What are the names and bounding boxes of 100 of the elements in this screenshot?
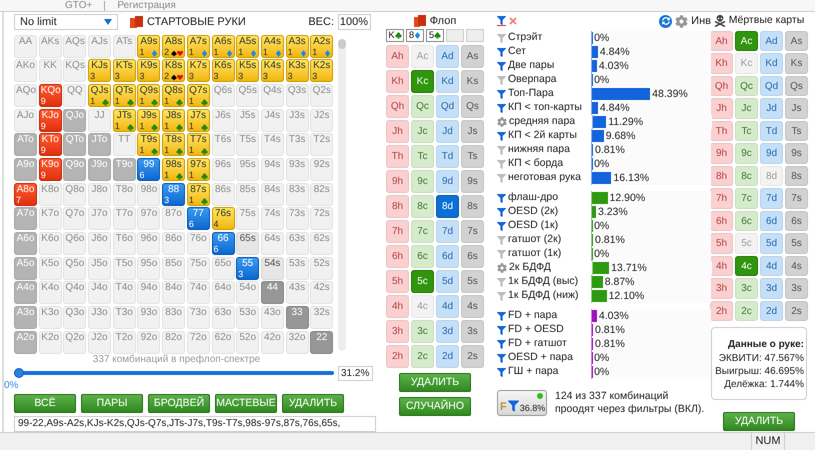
card-cell[interactable]: Qc [411, 95, 434, 118]
card-cell[interactable]: Tc [411, 145, 434, 168]
card-cell[interactable]: 2c [735, 300, 758, 322]
card-cell[interactable]: 7c [411, 220, 434, 243]
hand-cell[interactable]: 84o [162, 281, 186, 304]
hand-cell[interactable]: A5s 1 [236, 34, 260, 58]
hand-cell[interactable]: 85o [162, 256, 186, 280]
close-icon[interactable] [508, 16, 518, 26]
hand-cell[interactable]: 33 [286, 306, 309, 330]
hand-cell[interactable]: JTs 1 [112, 108, 136, 132]
hand-cell[interactable]: 88 3 [162, 182, 186, 206]
settings-icon[interactable] [675, 14, 688, 28]
card-cell[interactable]: Jc [735, 98, 758, 119]
hand-cell[interactable]: 87s 1 [186, 182, 210, 206]
hand-cell[interactable]: AA [14, 34, 37, 58]
card-cell[interactable]: Ah [386, 45, 409, 68]
hand-cell[interactable]: T3o [112, 306, 136, 330]
card-cell[interactable]: Kh [710, 53, 733, 74]
hand-cell[interactable]: 52s [310, 256, 334, 280]
hand-cell[interactable]: Q2s [310, 84, 334, 107]
hand-cell[interactable]: A6s 1 [212, 34, 234, 58]
hand-cell[interactable]: KQs [63, 59, 86, 82]
card-cell[interactable]: 2h [386, 345, 409, 368]
card-cell[interactable]: 5s [461, 270, 484, 293]
card-cell[interactable]: 8c [411, 195, 434, 218]
hand-cell[interactable]: 73s [286, 207, 309, 230]
percent-field[interactable]: 31.2% [338, 366, 373, 381]
card-cell[interactable]: 5d [760, 233, 783, 254]
hand-cell[interactable]: JTo [88, 133, 112, 156]
filter-toggle-button[interactable]: F 36.8% [497, 390, 547, 416]
hand-cell[interactable]: TT [112, 133, 136, 156]
hand-cell[interactable]: Q9s 1 [137, 84, 160, 107]
filter-icon[interactable] [497, 312, 506, 320]
hand-cell[interactable]: Q7s 1 [186, 84, 210, 107]
hand-cell[interactable]: J6s [212, 108, 234, 132]
card-cell[interactable]: 2d [760, 300, 783, 322]
card-cell[interactable]: 3h [386, 320, 409, 343]
card-cell[interactable]: Ks [461, 70, 484, 93]
card-cell[interactable]: 9h [710, 143, 733, 164]
hand-cell[interactable]: J5s [236, 108, 260, 132]
hand-cell[interactable]: T6s [212, 133, 234, 156]
hand-cell[interactable]: K4o [38, 281, 62, 304]
card-cell[interactable]: Qc [735, 76, 758, 96]
hand-cell[interactable]: 92o [137, 330, 160, 354]
hand-cell[interactable]: Q3s [286, 84, 309, 107]
hand-cell[interactable]: Q2o [63, 330, 86, 354]
hand-cell[interactable]: Q5o [63, 256, 86, 280]
card-cell[interactable]: Qs [785, 76, 808, 96]
card-cell[interactable]: Jc [411, 120, 434, 143]
card-cell[interactable]: 6h [710, 210, 733, 232]
card-cell[interactable]: Qd [760, 76, 783, 96]
hand-cell[interactable]: ATo [14, 133, 37, 156]
board-card-slot[interactable]: 5 [426, 29, 444, 42]
card-cell[interactable]: 6h [386, 245, 409, 268]
hand-cell[interactable]: T2o [112, 330, 136, 354]
hand-cell[interactable]: QJs 1 [88, 84, 112, 107]
hand-cell[interactable]: K6o [38, 232, 62, 255]
hand-cell[interactable]: Q8s 1 [162, 84, 186, 107]
action-button[interactable]: УДАЛИТЬ [282, 394, 344, 413]
hand-cell[interactable]: Q5s [236, 84, 260, 107]
hand-cell[interactable]: J9o [88, 158, 112, 181]
filter-icon[interactable] [497, 222, 506, 230]
hand-cell[interactable]: Q6o [63, 232, 86, 255]
card-cell[interactable]: 9s [461, 170, 484, 193]
hand-cell[interactable]: 43o [260, 306, 284, 330]
action-button[interactable]: ПАРЫ [81, 394, 143, 413]
hand-cell[interactable]: ATs [112, 34, 136, 58]
top-tab[interactable]: GTO+ [65, 0, 92, 11]
hand-cell[interactable]: 94s [260, 158, 284, 181]
weight-field[interactable]: 100% [338, 14, 371, 30]
hand-cell[interactable]: 92s [310, 158, 334, 181]
hand-cell[interactable]: 52o [236, 330, 260, 354]
card-cell[interactable]: 2h [710, 300, 733, 322]
card-cell[interactable]: Th [710, 120, 733, 142]
card-cell[interactable]: Jd [436, 120, 459, 143]
action-button[interactable]: МАСТЕВЫЕ [215, 394, 277, 413]
hand-cell[interactable]: 76s 4 [212, 207, 234, 230]
card-cell[interactable]: Td [436, 145, 459, 168]
card-cell[interactable]: Ad [436, 45, 459, 68]
hand-cell[interactable]: A3o [14, 306, 37, 330]
card-cell[interactable]: 5h [386, 270, 409, 293]
card-cell[interactable]: 6s [461, 245, 484, 268]
hand-cell[interactable]: A8o 7 [14, 182, 37, 206]
card-cell[interactable]: 7s [785, 188, 808, 209]
hand-cell[interactable]: QTo [63, 133, 86, 156]
card-cell[interactable]: 6d [436, 245, 459, 268]
card-cell[interactable]: 7s [461, 220, 484, 243]
hand-cell[interactable]: 42o [260, 330, 284, 354]
hand-cell[interactable]: JJ [88, 108, 112, 132]
hand-cell[interactable]: 97s 1 [186, 158, 210, 181]
hand-cell[interactable]: K9o 9 [38, 158, 62, 181]
hand-cell[interactable]: 87o [162, 207, 186, 230]
hand-cell[interactable]: AQs [63, 34, 86, 58]
hand-cell[interactable]: 83s [286, 182, 309, 206]
card-cell[interactable]: 7d [760, 188, 783, 209]
hand-cell[interactable]: A4o [14, 281, 37, 304]
hand-cell[interactable]: T4o [112, 281, 136, 304]
hand-cell[interactable]: 72o [186, 330, 210, 354]
hand-cell[interactable]: AKo [14, 59, 37, 82]
hand-cell[interactable]: T9s 1 [137, 133, 160, 156]
